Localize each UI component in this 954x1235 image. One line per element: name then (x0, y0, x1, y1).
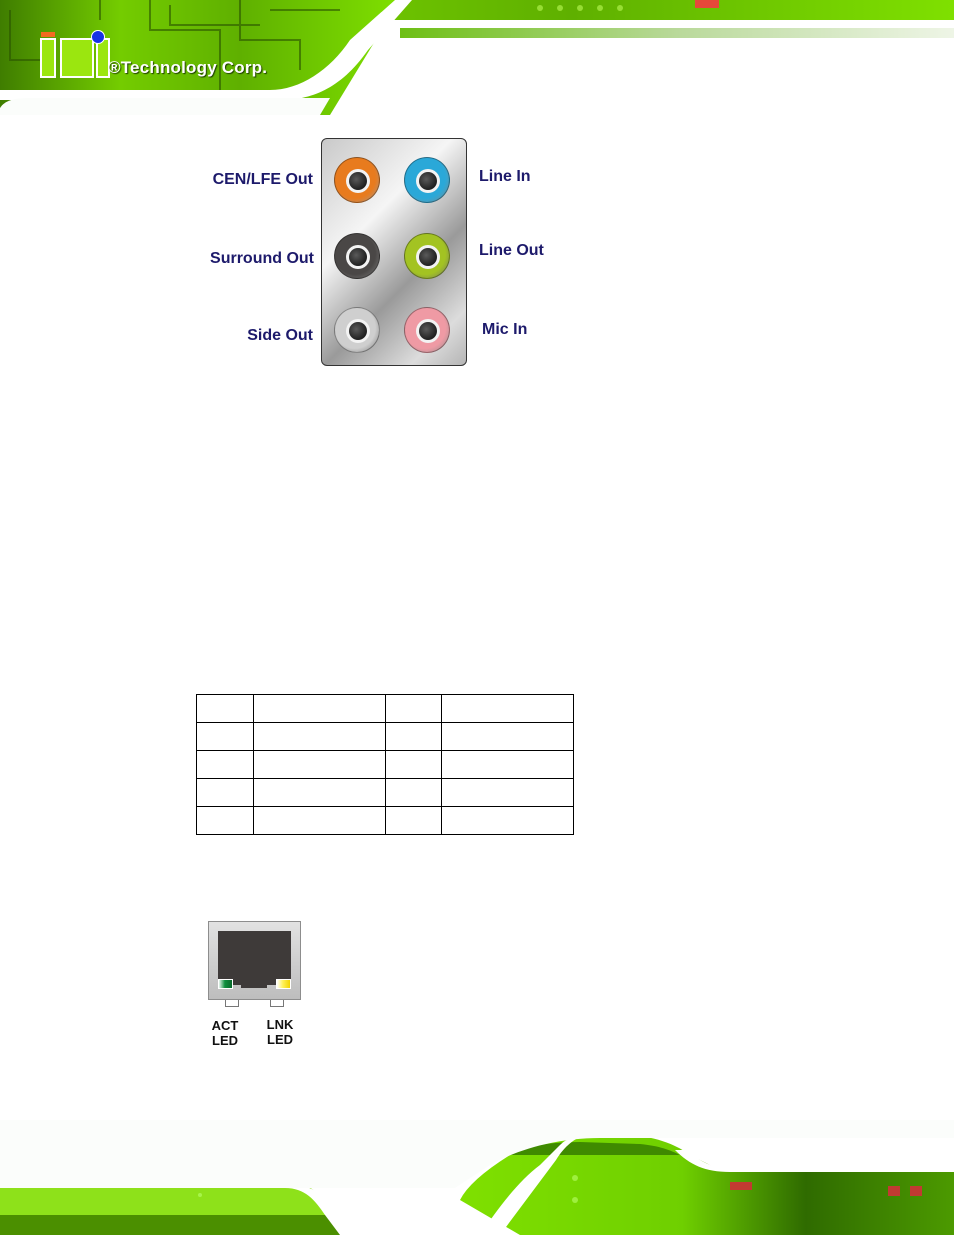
table-cell (441, 750, 574, 779)
table-cell (385, 750, 442, 779)
mic-in-jack (404, 307, 450, 353)
logo-letter-e (60, 38, 94, 78)
table-cell (196, 806, 254, 835)
table-cell (441, 806, 574, 835)
table-cell (253, 750, 386, 779)
table-row (196, 750, 574, 779)
audio-jack-panel (321, 138, 467, 366)
line-in-label: Line In (479, 168, 531, 185)
table-cell (441, 694, 574, 723)
table-cell (441, 778, 574, 807)
iei-logo (38, 30, 110, 80)
rj45-clip-notch (241, 976, 267, 988)
table-cell (385, 722, 442, 751)
lnk-led-tab (270, 1000, 284, 1007)
surround-out-label: Surround Out (210, 250, 314, 267)
table-cell (196, 750, 254, 779)
line-in-jack (404, 157, 450, 203)
side-out-label: Side Out (247, 327, 313, 344)
table-cell (253, 694, 386, 723)
table-cell (253, 778, 386, 807)
table-cell (441, 722, 574, 751)
act-led-indicator (218, 979, 233, 989)
table-row (196, 806, 574, 835)
brand-name: ®Technology Corp. (108, 58, 268, 77)
table-cell (253, 722, 386, 751)
table-cell (196, 694, 254, 723)
table-cell (385, 694, 442, 723)
cen-lfe-out-jack (334, 157, 380, 203)
cen-lfe-out-label: CEN/LFE Out (212, 171, 313, 188)
rj45-jack (208, 921, 301, 1000)
act-led-tab (225, 1000, 239, 1007)
table-row (196, 694, 574, 723)
pin-assignment-table (196, 694, 574, 835)
surround-out-jack (334, 233, 380, 279)
mic-in-label: Mic In (482, 321, 528, 338)
page-header-banner: ®Technology Corp. (0, 0, 954, 115)
line-out-jack (404, 233, 450, 279)
page-footer-banner (0, 1120, 954, 1235)
table-cell (385, 778, 442, 807)
table-cell (253, 806, 386, 835)
logo-letter-i (40, 38, 56, 78)
logo-blue-dot (91, 30, 105, 44)
table-row (196, 778, 574, 807)
logo-orange-bar (41, 32, 55, 37)
table-row (196, 722, 574, 751)
side-out-jack (334, 307, 380, 353)
line-out-label: Line Out (479, 242, 544, 259)
table-cell (196, 722, 254, 751)
lnk-led-label: LNK LED (266, 1017, 294, 1047)
circuit-board-footer-graphic (0, 1120, 954, 1235)
lnk-led-indicator (276, 979, 291, 989)
act-led-label: ACT LED (211, 1018, 239, 1048)
table-cell (385, 806, 442, 835)
table-cell (196, 778, 254, 807)
